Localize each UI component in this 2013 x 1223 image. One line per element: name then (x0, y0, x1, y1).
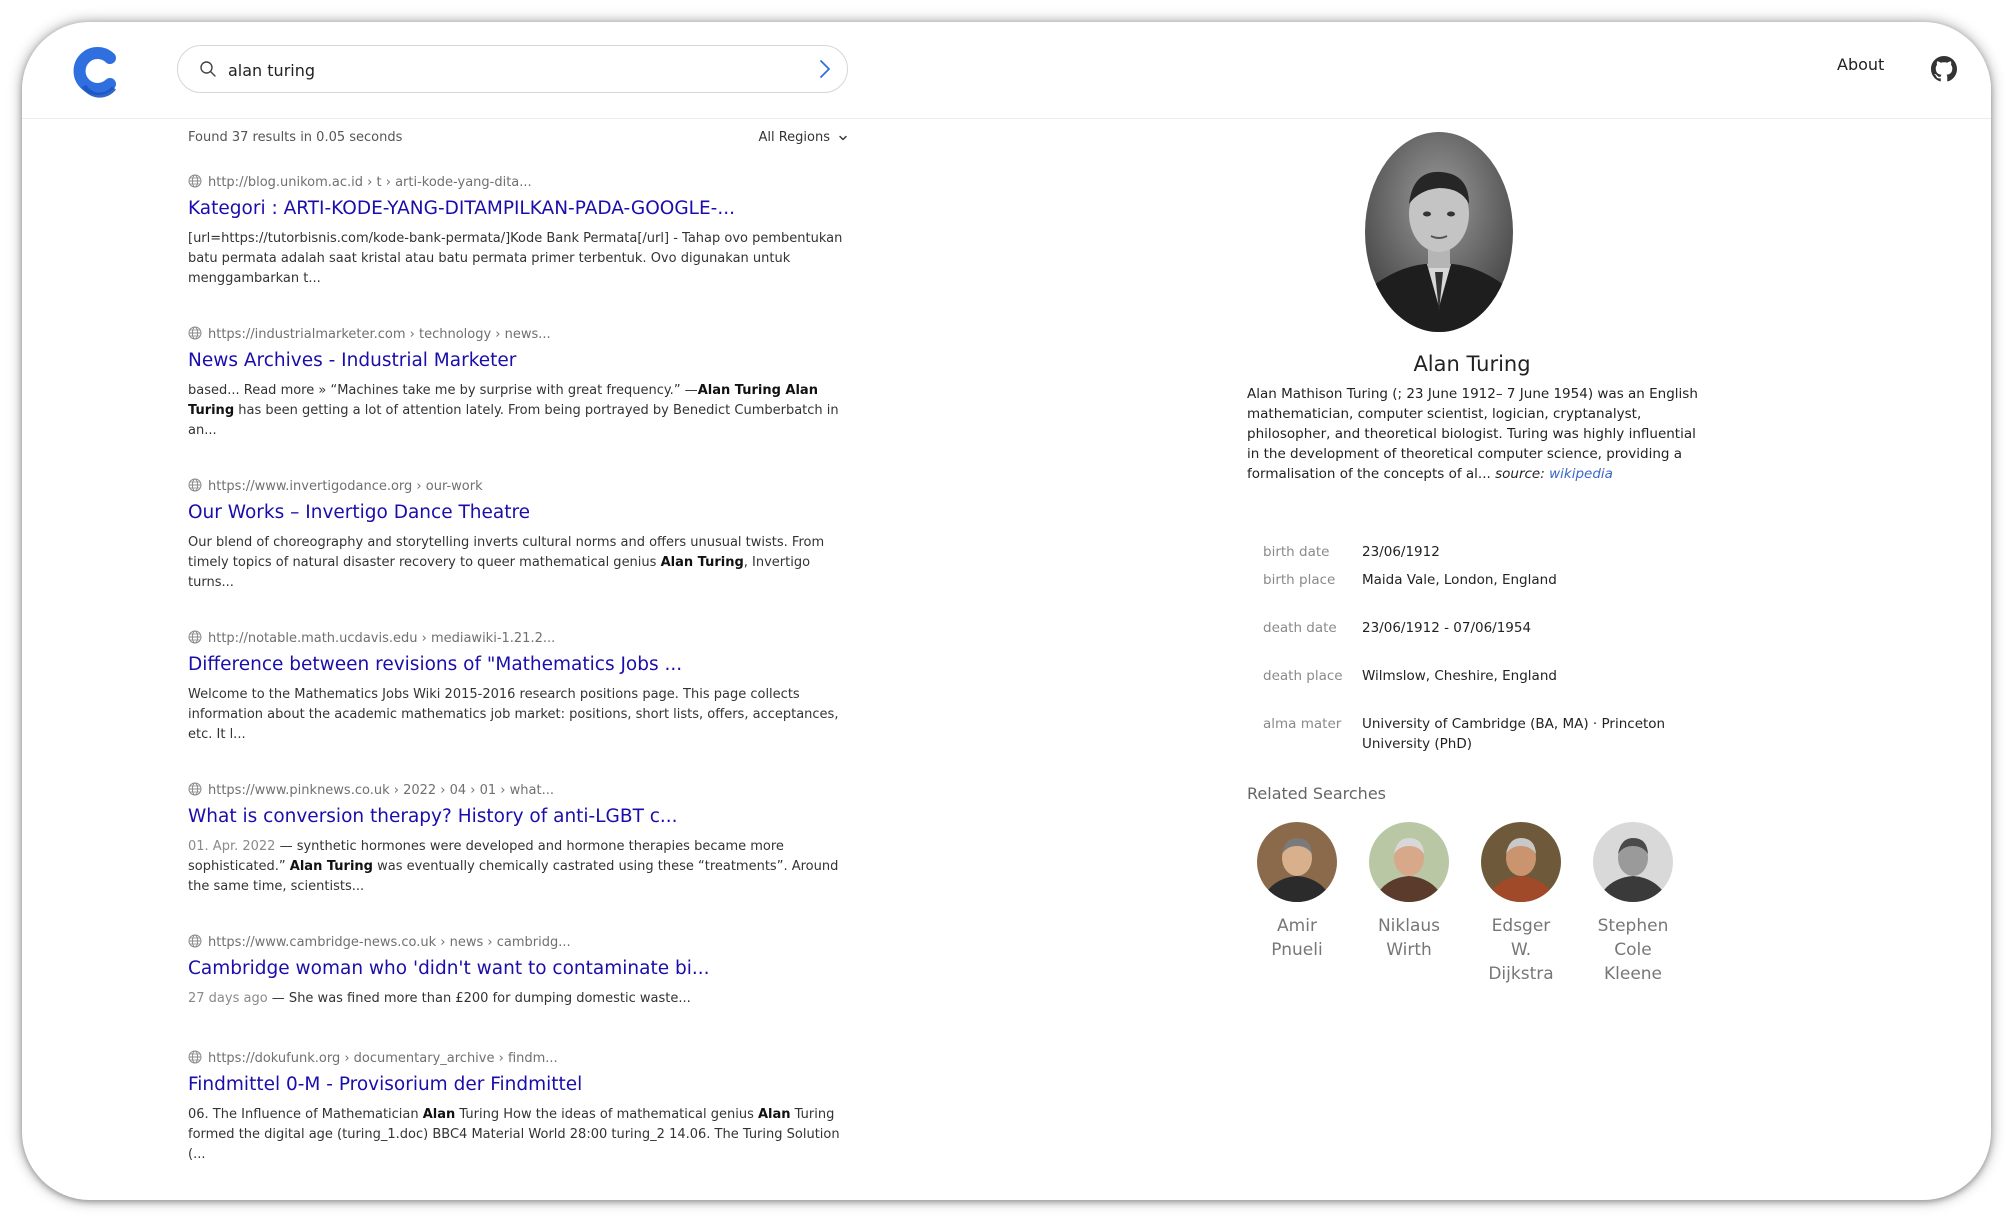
result-url-text: https://www.cambridge-news.co.uk › news … (208, 935, 571, 950)
knowledge-panel-description: Alan Mathison Turing (; 23 June 1912– 7 … (1247, 384, 1702, 484)
fact-key: alma mater (1263, 716, 1342, 732)
description-text: Alan Mathison Turing (; 23 June 1912– 7 … (1247, 386, 1698, 482)
result-url[interactable]: https://dokufunk.org › documentary_archi… (188, 1050, 558, 1068)
related-search-item[interactable]: Stephen Cole Kleene (1583, 822, 1683, 986)
globe-icon (188, 478, 202, 492)
fact-key: birth date (1263, 544, 1330, 560)
result-snippet: Our blend of choreography and storytelli… (188, 535, 825, 590)
result-url-text: https://www.invertigodance.org › our-wor… (208, 479, 483, 494)
result-url[interactable]: https://industrialmarketer.com › technol… (188, 326, 551, 344)
result-title-link[interactable]: Cambridge woman who 'didn't want to cont… (188, 958, 710, 979)
result-url[interactable]: https://www.pinknews.co.uk › 2022 › 04 ›… (188, 782, 554, 800)
result-title-link[interactable]: News Archives - Industrial Marketer (188, 350, 516, 371)
app-window: About Found 37 results in 0.05 seconds A… (22, 22, 1991, 1200)
search-box[interactable] (177, 45, 848, 93)
result-url[interactable]: https://www.invertigodance.org › our-wor… (188, 478, 483, 496)
fact-key: death place (1263, 668, 1343, 684)
result-snippet: 27 days ago — She was fined more than £2… (188, 991, 691, 1006)
source-label: source: (1495, 466, 1545, 482)
region-select-label: All Regions (758, 130, 830, 145)
globe-icon (188, 326, 202, 340)
result-url-text: https://www.pinknews.co.uk › 2022 › 04 ›… (208, 783, 554, 798)
logo-icon[interactable] (70, 44, 124, 98)
results-meta: Found 37 results in 0.05 seconds All Reg… (188, 130, 848, 152)
result-title-link[interactable]: Findmittel 0-M - Provisorium der Findmit… (188, 1074, 582, 1095)
knowledge-panel-title: Alan Turing (1413, 352, 1531, 376)
fact-value: Wilmslow, Cheshire, England (1362, 668, 1557, 684)
result-title-link[interactable]: Kategori : ARTI-KODE-YANG-DITAMPILKAN-PA… (188, 198, 735, 219)
result-url-text: http://blog.unikom.ac.id › t › arti-kode… (208, 175, 532, 190)
result-url[interactable]: https://www.cambridge-news.co.uk › news … (188, 934, 571, 952)
avatar (1481, 822, 1561, 902)
result-url-text: https://industrialmarketer.com › technol… (208, 327, 551, 342)
fact-value: 23/06/1912 (1362, 544, 1440, 560)
results-count: Found 37 results in 0.05 seconds (188, 130, 403, 145)
result-url[interactable]: http://blog.unikom.ac.id › t › arti-kode… (188, 174, 532, 192)
result-url-text: http://notable.math.ucdavis.edu › mediaw… (208, 631, 556, 646)
related-search-name: Stephen Cole Kleene (1597, 916, 1669, 984)
fact-key: birth place (1263, 572, 1336, 588)
result-snippet: [url=https://tutorbisnis.com/kode-bank-p… (188, 231, 843, 286)
related-search-name: Amir Pnueli (1271, 916, 1323, 960)
avatar (1593, 822, 1673, 902)
fact-value: University of Cambridge (BA, MA) · Princ… (1362, 716, 1666, 752)
about-link[interactable]: About (1837, 55, 1884, 74)
related-searches-title: Related Searches (1247, 784, 1386, 803)
related-search-name: Edsger W. Dijkstra (1488, 916, 1554, 984)
related-search-item[interactable]: Niklaus Wirth (1359, 822, 1459, 962)
region-select[interactable]: All Regions (758, 130, 848, 145)
search-input[interactable] (226, 54, 790, 86)
result-title-link[interactable]: Our Works – Invertigo Dance Theatre (188, 502, 530, 523)
globe-icon (188, 1050, 202, 1064)
search-icon (200, 61, 216, 77)
fact-key: death date (1263, 620, 1337, 636)
fact-value: Maida Vale, London, England (1362, 572, 1557, 588)
search-submit-chevron-icon[interactable] (813, 58, 835, 80)
avatar (1257, 822, 1337, 902)
result-title-link[interactable]: What is conversion therapy? History of a… (188, 806, 678, 827)
globe-icon (188, 934, 202, 948)
related-search-item[interactable]: Edsger W. Dijkstra (1471, 822, 1571, 986)
result-snippet: Welcome to the Mathematics Jobs Wiki 201… (188, 687, 839, 742)
related-search-item[interactable]: Amir Pnueli (1247, 822, 1347, 962)
chevron-down-icon (839, 135, 847, 140)
header: About (22, 22, 1991, 119)
result-snippet: 01. Apr. 2022 — synthetic hormones were … (188, 839, 839, 894)
result-url[interactable]: http://notable.math.ucdavis.edu › mediaw… (188, 630, 555, 648)
result-url-text: https://dokufunk.org › documentary_archi… (208, 1051, 558, 1066)
globe-icon (188, 782, 202, 796)
result-title-link[interactable]: Difference between revisions of "Mathema… (188, 654, 682, 675)
related-search-name: Niklaus Wirth (1377, 916, 1441, 960)
result-snippet: 06. The Influence of Mathematician Alan … (188, 1107, 840, 1162)
person-photo (1365, 132, 1513, 332)
github-icon[interactable] (1931, 56, 1957, 82)
globe-icon (188, 630, 202, 644)
result-snippet: based... Read more » “Machines take me b… (188, 383, 839, 438)
fact-value: 23/06/1912 - 07/06/1954 (1362, 620, 1532, 636)
globe-icon (188, 174, 202, 188)
wikipedia-link[interactable]: wikipedia (1549, 466, 1613, 482)
avatar (1369, 822, 1449, 902)
